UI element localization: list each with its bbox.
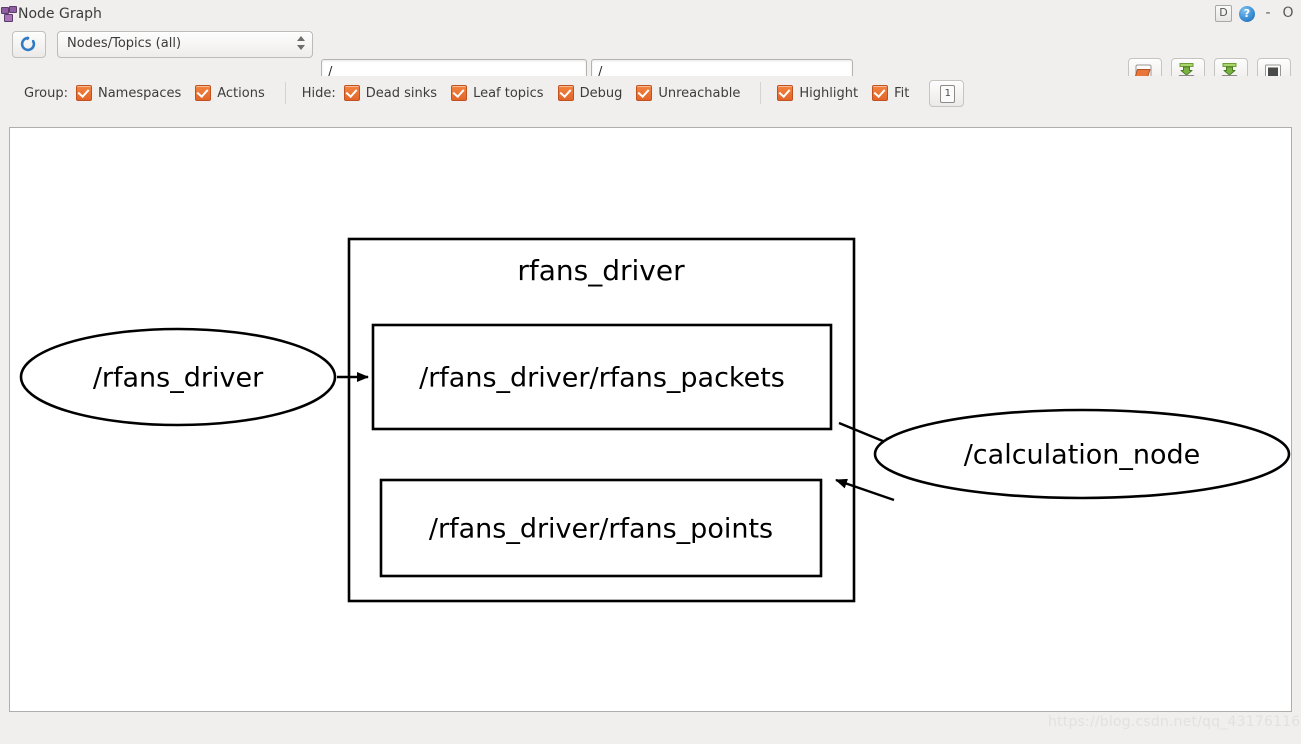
checkbox-debug-label: Debug xyxy=(579,85,623,101)
checkbox-actions-box[interactable] xyxy=(195,85,212,101)
checkbox-actions[interactable]: Actions xyxy=(195,85,265,101)
zoom-one-to-one-button[interactable]: 1 xyxy=(929,79,965,107)
toolbar-divider-1 xyxy=(284,82,286,104)
checkbox-actions-label: Actions xyxy=(217,85,265,101)
checkbox-highlight-box[interactable] xyxy=(777,85,794,101)
checkbox-debug[interactable]: Debug xyxy=(557,85,623,101)
watermark: https://blog.csdn.net/qq_43176116 xyxy=(1048,714,1301,730)
graph-node-calculation-node[interactable]: /calculation_node xyxy=(873,408,1291,500)
checkbox-fit-box[interactable] xyxy=(872,85,889,101)
graph-type-value: Nodes/Topics (all) xyxy=(67,36,182,51)
filter-toolbar: Group: Namespaces Actions Hide: Dead sin… xyxy=(0,76,1301,110)
hide-label: Hide: xyxy=(301,85,336,101)
refresh-button[interactable] xyxy=(12,31,46,58)
graph-node-rfans-points[interactable]: /rfans_driver/rfans_points xyxy=(379,478,823,578)
zoom-one-to-one-label: 1 xyxy=(940,84,956,103)
group-label: Group: xyxy=(24,85,68,101)
dock-toggle-icon[interactable]: D xyxy=(1215,5,1232,22)
toolbar-divider-2 xyxy=(760,82,762,104)
graph-type-select[interactable]: Nodes/Topics (all) xyxy=(57,31,313,58)
checkbox-unreachable[interactable]: Unreachable xyxy=(636,85,740,101)
checkbox-highlight[interactable]: Highlight xyxy=(777,85,858,101)
checkbox-unreachable-box[interactable] xyxy=(636,85,653,101)
graph-node-rfans-packets[interactable]: /rfans_driver/rfans_packets xyxy=(371,323,833,431)
help-icon[interactable]: ? xyxy=(1239,5,1255,22)
checkbox-leaf-topics[interactable]: Leaf topics xyxy=(451,85,544,101)
graph-node-rfans-packets-label: /rfans_driver/rfans_packets xyxy=(419,363,785,394)
primary-toolbar: Nodes/Topics (all) xyxy=(0,27,1301,86)
window-titlebar: Node Graph D ? - O xyxy=(0,0,1301,27)
checkbox-fit[interactable]: Fit xyxy=(872,85,909,101)
window-controls: D ? - O xyxy=(1215,0,1295,27)
checkbox-leaf-topics-label: Leaf topics xyxy=(473,85,544,101)
chevron-updown-icon xyxy=(296,36,305,53)
checkbox-dead-sinks[interactable]: Dead sinks xyxy=(343,85,438,101)
checkbox-namespaces-box[interactable] xyxy=(75,85,92,101)
node-graph-canvas[interactable]: rfans_driver /rfans_driver /rfans_driver… xyxy=(9,127,1292,712)
graph-node-rfans-driver-label: /rfans_driver xyxy=(93,363,264,394)
checkbox-dead-sinks-label: Dead sinks xyxy=(365,85,438,101)
graph-node-rfans-driver[interactable]: /rfans_driver xyxy=(19,327,337,427)
refresh-icon xyxy=(20,36,36,52)
cluster-label: rfans_driver xyxy=(517,254,685,287)
graph-node-calculation-node-label: /calculation_node xyxy=(964,440,1201,471)
window-title: Node Graph xyxy=(18,5,102,22)
minimize-button[interactable]: - xyxy=(1262,6,1274,21)
checkbox-leaf-topics-box[interactable] xyxy=(451,85,468,101)
graph-node-rfans-points-label: /rfans_driver/rfans_points xyxy=(429,514,773,545)
checkbox-fit-label: Fit xyxy=(894,85,910,101)
graph-svg: rfans_driver /rfans_driver /rfans_driver… xyxy=(19,237,1291,603)
checkbox-namespaces-label: Namespaces xyxy=(97,85,182,101)
checkbox-dead-sinks-box[interactable] xyxy=(343,85,360,101)
checkbox-unreachable-label: Unreachable xyxy=(658,85,741,101)
checkbox-highlight-label: Highlight xyxy=(799,85,859,101)
checkbox-namespaces[interactable]: Namespaces xyxy=(75,85,182,101)
node-graph-icon xyxy=(1,5,17,22)
close-button[interactable]: O xyxy=(1281,6,1295,21)
checkbox-debug-box[interactable] xyxy=(557,85,574,101)
